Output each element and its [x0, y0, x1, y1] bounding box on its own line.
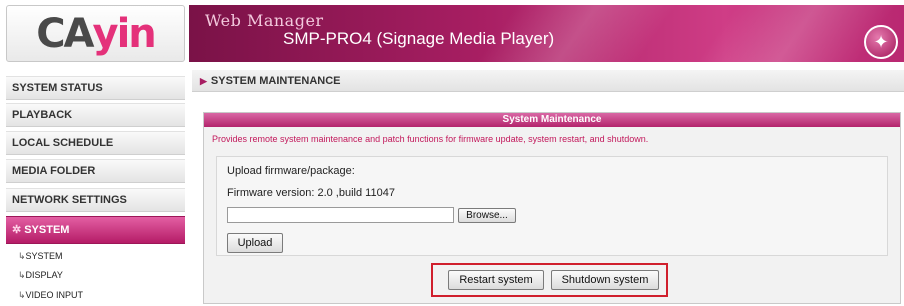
- sidebar-item-label: LOCAL SCHEDULE: [12, 137, 114, 149]
- star-icon: ✲: [12, 224, 22, 236]
- firmware-version: Firmware version: 2.0 ,build 11047: [227, 187, 395, 199]
- file-path-input[interactable]: [227, 207, 454, 223]
- panel-title: System Maintenance: [204, 113, 900, 127]
- upload-button[interactable]: Upload: [227, 233, 283, 253]
- logo-text-main: CA: [36, 10, 94, 57]
- sub-arrow-icon: ↳: [18, 251, 26, 261]
- sub-arrow-icon: ↳: [18, 290, 26, 300]
- sidebar-item-label: PLAYBACK: [12, 109, 73, 121]
- magic-wand-icon[interactable]: ✦: [864, 25, 898, 59]
- sidebar-subitem-label: SYSTEM: [25, 251, 63, 261]
- header-banner: Web Manager SMP-PRO4 (Signage Media Play…: [189, 5, 904, 62]
- firmware-upload-box: Upload firmware/package: Firmware versio…: [216, 156, 888, 256]
- restart-system-button[interactable]: Restart system: [448, 270, 544, 290]
- sidebar-item-system[interactable]: ✲ SYSTEM: [6, 216, 185, 244]
- sidebar-item-network-settings[interactable]: NETWORK SETTINGS: [6, 188, 185, 212]
- panel-description: Provides remote system maintenance and p…: [212, 134, 649, 144]
- sidebar-subitem-system[interactable]: ↳SYSTEM: [18, 249, 63, 263]
- section-header: ▶ SYSTEM MAINTENANCE: [192, 70, 904, 92]
- sidebar-item-label: SYSTEM STATUS: [12, 82, 103, 94]
- shutdown-system-button[interactable]: Shutdown system: [551, 270, 659, 290]
- sidebar-item-media-folder[interactable]: MEDIA FOLDER: [6, 159, 185, 183]
- triangle-right-icon: ▶: [200, 76, 207, 86]
- cayin-logo: CA yin: [6, 5, 185, 62]
- sidebar-item-label: SYSTEM: [24, 224, 70, 236]
- app-title: Web Manager: [205, 11, 324, 30]
- sidebar-subitem-label: DISPLAY: [25, 270, 63, 280]
- sidebar-item-system-status[interactable]: SYSTEM STATUS: [6, 76, 185, 100]
- device-title: SMP-PRO4 (Signage Media Player): [283, 29, 555, 48]
- sub-arrow-icon: ↳: [18, 270, 26, 280]
- sidebar-subitem-display[interactable]: ↳DISPLAY: [18, 268, 63, 282]
- sidebar-item-local-schedule[interactable]: LOCAL SCHEDULE: [6, 131, 185, 155]
- upload-label: Upload firmware/package:: [227, 165, 355, 177]
- sidebar-item-label: NETWORK SETTINGS: [12, 194, 127, 206]
- logo-text-accent: yin: [92, 10, 157, 57]
- browse-button[interactable]: Browse...: [458, 208, 516, 223]
- sidebar-subitem-label: VIDEO INPUT: [25, 290, 84, 300]
- sidebar-item-label: MEDIA FOLDER: [12, 165, 96, 177]
- section-title: SYSTEM MAINTENANCE: [210, 75, 341, 87]
- sidebar-item-playback[interactable]: PLAYBACK: [6, 103, 185, 127]
- sidebar-subitem-video-input[interactable]: ↳VIDEO INPUT: [18, 288, 83, 302]
